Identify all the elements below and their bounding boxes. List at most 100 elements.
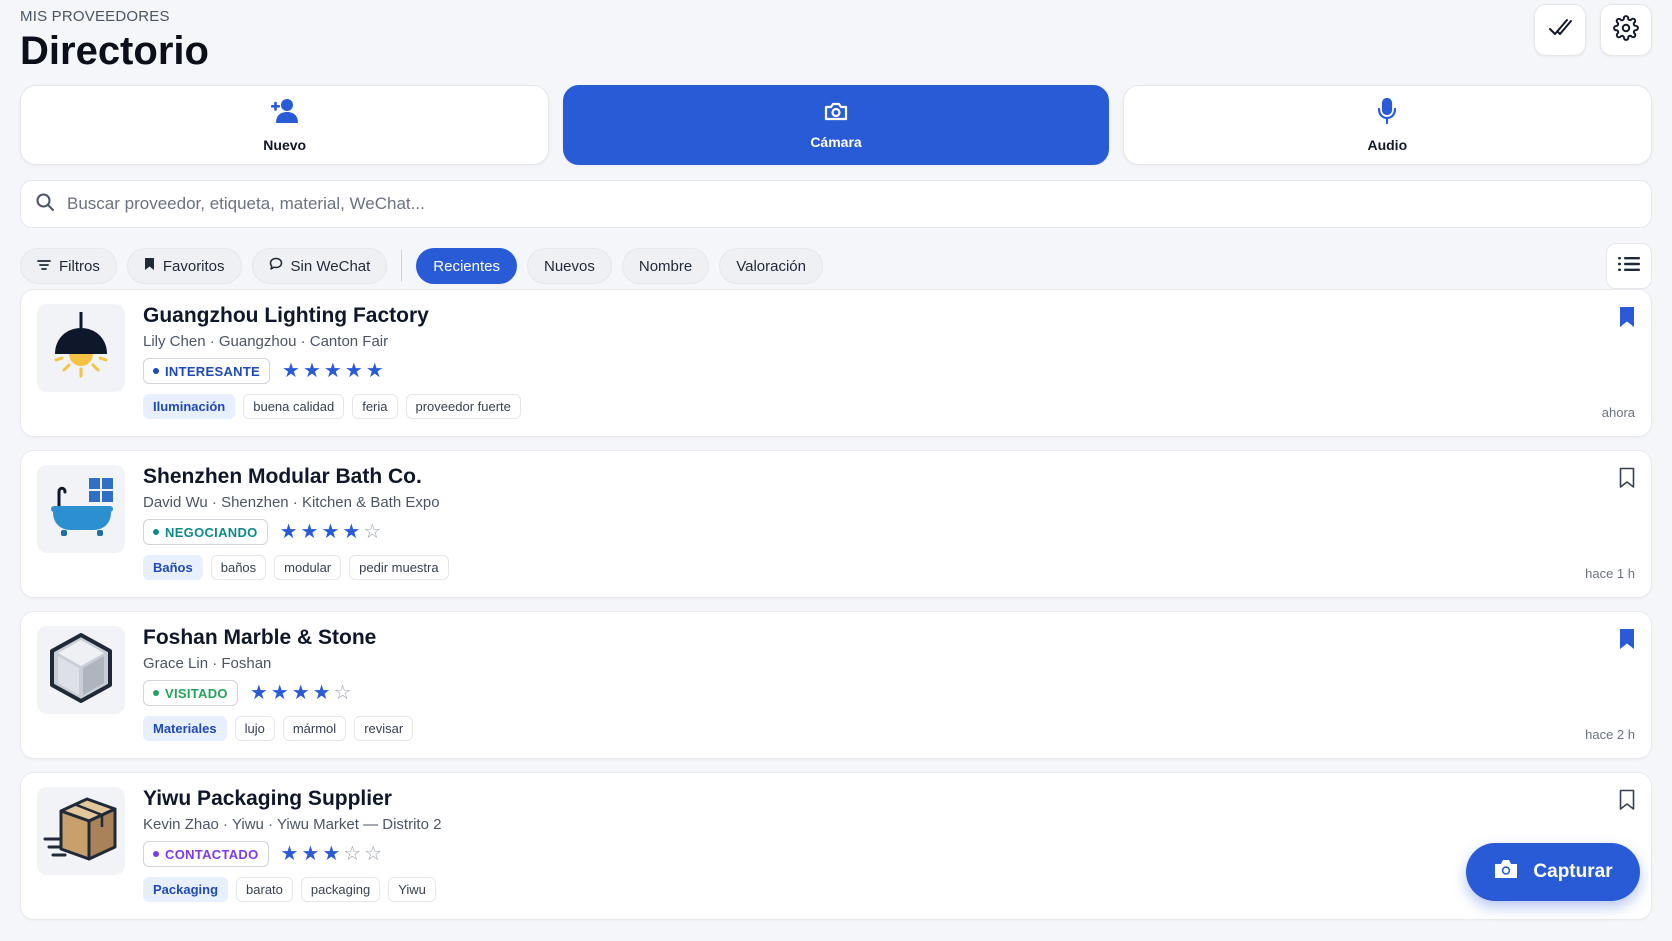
tag[interactable]: modular: [274, 555, 342, 580]
no-wechat-chip[interactable]: Sin WeChat: [251, 248, 388, 284]
sort-nuevos-chip[interactable]: Nuevos: [527, 248, 612, 284]
timestamp: ahora: [1601, 405, 1635, 420]
bookmark-icon: [144, 257, 155, 275]
mark-all-read-button[interactable]: [1534, 4, 1586, 56]
tag[interactable]: buena calidad: [243, 394, 345, 419]
status-dot: [153, 690, 159, 696]
tag[interactable]: revisar: [354, 716, 414, 741]
bookmark-outline-icon[interactable]: [1619, 467, 1635, 494]
card-body: Shenzhen Modular Bath Co. David Wu · She…: [143, 465, 1571, 580]
mode-audio-button[interactable]: Audio: [1122, 85, 1652, 165]
list-view-toggle[interactable]: [1606, 243, 1652, 289]
status-badge: VISITADO: [143, 680, 238, 706]
supplier-card[interactable]: Foshan Marble & Stone Grace Lin · Foshan…: [20, 611, 1652, 759]
tag[interactable]: baños: [210, 555, 267, 580]
capture-fab-button[interactable]: Capturar: [1466, 843, 1640, 901]
tag-list: Materiales lujo mármol revisar: [143, 716, 1571, 741]
mode-camara-button[interactable]: Cámara: [563, 85, 1109, 165]
shipping-box-icon: [43, 795, 119, 868]
supplier-card[interactable]: Guangzhou Lighting Factory Lily Chen · G…: [20, 289, 1652, 437]
supplier-meta: Kevin Zhao · Yiwu · Yiwu Market — Distri…: [143, 816, 442, 833]
tag[interactable]: packaging: [300, 877, 381, 902]
timestamp: hace 2 h: [1585, 727, 1635, 742]
filter-lines-icon: [37, 258, 51, 275]
rating-stars: ★ ★ ★ ★ ☆: [280, 522, 382, 542]
category-tag[interactable]: Packaging: [143, 877, 229, 902]
tag[interactable]: lujo: [234, 716, 275, 741]
microphone-icon: [1377, 97, 1397, 129]
bookmark-outline-icon[interactable]: [1619, 789, 1635, 816]
star-filled-icon: ★: [301, 843, 320, 865]
sort-label: Nuevos: [544, 257, 595, 275]
tag[interactable]: Yiwu: [388, 877, 436, 902]
category-tag[interactable]: Iluminación: [143, 394, 236, 419]
chip-divider: [401, 250, 403, 282]
supplier-list: Guangzhou Lighting Factory Lily Chen · G…: [20, 289, 1652, 933]
tag[interactable]: barato: [236, 877, 293, 902]
star-filled-icon: ★: [249, 682, 268, 704]
tag-list: Packaging barato packaging Yiwu: [143, 877, 1571, 902]
search-input[interactable]: [67, 194, 1637, 214]
capture-mode-bar: Nuevo Cámara Audio: [20, 85, 1652, 165]
rating-stars: ★ ★ ★ ★ ☆: [250, 683, 352, 703]
star-filled-icon: ★: [270, 682, 289, 704]
supplier-thumbnail: [37, 626, 125, 714]
status-row: INTERESANTE ★ ★ ★ ★ ★: [143, 358, 1571, 384]
sort-nombre-chip[interactable]: Nombre: [621, 248, 710, 284]
search-bar: [20, 180, 1652, 228]
star-filled-icon: ★: [291, 682, 310, 704]
filter-chip-row: Filtros Favoritos Sin WeChat Recientes N…: [20, 243, 1652, 289]
category-tag[interactable]: Baños: [143, 555, 203, 580]
filters-chip[interactable]: Filtros: [20, 248, 117, 284]
sort-recientes-chip[interactable]: Recientes: [416, 248, 517, 284]
rating-stars: ★ ★ ★ ☆ ☆: [281, 844, 383, 864]
favorites-chip[interactable]: Favoritos: [126, 248, 242, 284]
bookmark-filled-icon[interactable]: [1619, 306, 1635, 333]
tag[interactable]: proveedor fuerte: [405, 394, 521, 419]
double-check-icon: [1547, 15, 1573, 46]
card-body: Yiwu Packaging Supplier Kevin Zhao · Yiw…: [143, 787, 1571, 902]
status-row: VISITADO ★ ★ ★ ★ ☆: [143, 680, 1571, 706]
favorites-label: Favoritos: [162, 257, 225, 275]
tag-list: Iluminación buena calidad feria proveedo…: [143, 394, 1571, 419]
status-label: INTERESANTE: [165, 363, 261, 379]
status-row: NEGOCIANDO ★ ★ ★ ★ ☆: [143, 519, 1571, 545]
no-wechat-label: Sin WeChat: [290, 257, 371, 275]
card-body: Foshan Marble & Stone Grace Lin · Foshan…: [143, 626, 1571, 741]
mode-nuevo-button[interactable]: Nuevo: [20, 85, 550, 165]
star-filled-icon: ★: [322, 843, 341, 865]
camera-icon: [1493, 858, 1519, 886]
star-filled-icon: ★: [321, 521, 340, 543]
tag[interactable]: pedir muestra: [349, 555, 449, 580]
supplier-name: Guangzhou Lighting Factory: [143, 304, 429, 327]
tag[interactable]: feria: [352, 394, 398, 419]
status-row: CONTACTADO ★ ★ ★ ☆ ☆: [143, 841, 1571, 867]
capture-label: Capturar: [1533, 861, 1613, 882]
status-dot: [153, 368, 159, 374]
timestamp: hace 1 h: [1585, 566, 1635, 581]
page-header: MIS PROVEEDORES Directorio: [20, 8, 209, 73]
star-filled-icon: ★: [300, 521, 319, 543]
star-filled-icon: ★: [365, 360, 384, 382]
category-tag[interactable]: Materiales: [143, 716, 227, 741]
tag[interactable]: mármol: [282, 716, 347, 741]
star-filled-icon: ★: [344, 360, 363, 382]
sort-valoracion-chip[interactable]: Valoración: [719, 248, 823, 284]
rating-stars: ★ ★ ★ ★ ★: [282, 361, 384, 381]
status-badge: NEGOCIANDO: [143, 519, 268, 545]
stone-block-icon: [48, 632, 114, 709]
bookmark-filled-icon[interactable]: [1619, 628, 1635, 655]
add-person-icon: [270, 98, 299, 129]
supplier-card[interactable]: Shenzhen Modular Bath Co. David Wu · She…: [20, 450, 1652, 598]
page-title: Directorio: [20, 29, 209, 73]
supplier-name: Yiwu Packaging Supplier: [143, 787, 392, 810]
sort-label: Recientes: [433, 257, 500, 275]
card-body: Guangzhou Lighting Factory Lily Chen · G…: [143, 304, 1571, 419]
ceiling-lamp-icon: [49, 311, 113, 385]
top-actions: [1534, 4, 1652, 56]
supplier-card[interactable]: Yiwu Packaging Supplier Kevin Zhao · Yiw…: [20, 772, 1652, 920]
settings-button[interactable]: [1600, 4, 1652, 56]
camera-icon: [824, 101, 848, 126]
section-eyebrow: MIS PROVEEDORES: [20, 8, 170, 25]
star-filled-icon: ★: [280, 843, 299, 865]
